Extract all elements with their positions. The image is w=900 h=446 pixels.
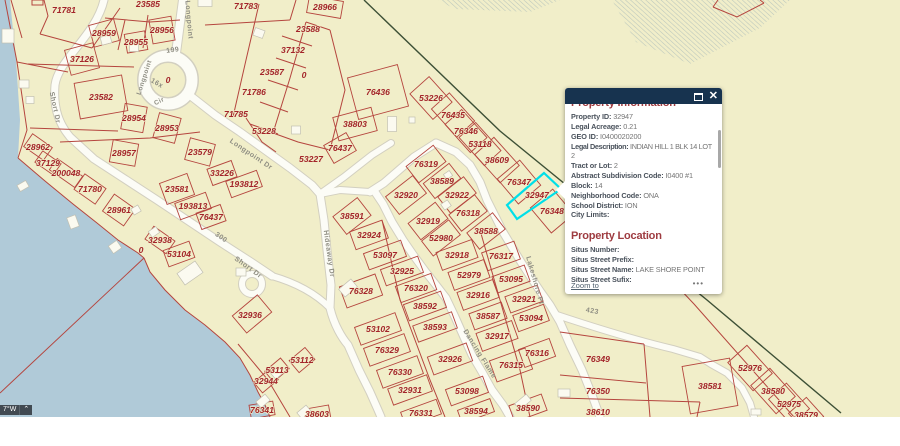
svg-text:23581: 23581 <box>164 184 189 194</box>
svg-text:53104: 53104 <box>167 249 191 259</box>
svg-text:37129: 37129 <box>36 158 60 168</box>
svg-text:32924: 32924 <box>357 230 381 240</box>
svg-text:28956: 28956 <box>149 25 174 35</box>
svg-text:76330: 76330 <box>388 367 412 377</box>
svg-text:53098: 53098 <box>455 386 479 396</box>
svg-text:32938: 32938 <box>148 235 172 245</box>
svg-text:76316: 76316 <box>525 348 549 358</box>
svg-text:32921: 32921 <box>512 294 536 304</box>
svg-text:38594: 38594 <box>464 406 488 416</box>
svg-text:53094: 53094 <box>519 313 543 323</box>
svg-text:33226: 33226 <box>210 168 234 178</box>
svg-text:32926: 32926 <box>438 354 462 364</box>
svg-text:28957: 28957 <box>111 148 137 158</box>
svg-text:76320: 76320 <box>404 283 428 293</box>
svg-text:53118: 53118 <box>468 139 491 149</box>
svg-text:71785: 71785 <box>224 109 248 119</box>
svg-text:38591: 38591 <box>340 211 364 221</box>
svg-text:76347: 76347 <box>507 177 532 187</box>
svg-text:32925: 32925 <box>390 266 414 276</box>
svg-text:76436: 76436 <box>366 87 390 97</box>
svg-text:53095: 53095 <box>499 274 523 284</box>
svg-text:38590: 38590 <box>516 403 540 413</box>
svg-text:28961: 28961 <box>106 205 131 215</box>
svg-text:71781: 71781 <box>52 5 76 15</box>
svg-text:53097: 53097 <box>373 250 398 260</box>
svg-text:193813: 193813 <box>179 201 208 211</box>
svg-text:38588: 38588 <box>474 226 498 236</box>
svg-text:71780: 71780 <box>78 184 102 194</box>
svg-text:71786: 71786 <box>242 87 266 97</box>
svg-text:28966: 28966 <box>312 2 337 12</box>
svg-text:32922: 32922 <box>445 190 469 200</box>
svg-text:38587: 38587 <box>476 311 501 321</box>
svg-text:32931: 32931 <box>398 385 422 395</box>
svg-text:76318: 76318 <box>456 208 480 218</box>
svg-text:38603: 38603 <box>305 409 329 417</box>
svg-text:28959: 28959 <box>91 28 116 38</box>
svg-text:38593: 38593 <box>423 322 447 332</box>
svg-text:76437: 76437 <box>328 143 353 153</box>
svg-text:32916: 32916 <box>466 290 490 300</box>
svg-text:76317: 76317 <box>489 251 514 261</box>
svg-text:76346: 76346 <box>454 126 478 136</box>
svg-text:32918: 32918 <box>445 250 469 260</box>
svg-text:193812: 193812 <box>230 179 259 189</box>
svg-text:32919: 32919 <box>416 216 440 226</box>
svg-text:200048: 200048 <box>51 168 81 178</box>
svg-text:0: 0 <box>166 75 171 85</box>
svg-text:76328: 76328 <box>349 286 373 296</box>
svg-text:53228: 53228 <box>252 126 276 136</box>
svg-text:38580: 38580 <box>761 386 785 396</box>
svg-text:38579: 38579 <box>794 410 818 417</box>
svg-text:76435: 76435 <box>441 110 465 120</box>
svg-text:53226: 53226 <box>419 93 443 103</box>
svg-text:53227: 53227 <box>299 154 324 164</box>
svg-text:0: 0 <box>302 70 307 80</box>
svg-text:38803: 38803 <box>343 119 367 129</box>
svg-text:53113: 53113 <box>265 365 288 375</box>
svg-text:52976: 52976 <box>738 363 762 373</box>
svg-text:32917: 32917 <box>485 331 510 341</box>
svg-text:76348: 76348 <box>540 206 564 216</box>
svg-text:23587: 23587 <box>259 67 285 77</box>
svg-text:23585: 23585 <box>135 0 160 9</box>
svg-text:76437: 76437 <box>199 212 224 222</box>
svg-text:76329: 76329 <box>375 345 399 355</box>
svg-text:38589: 38589 <box>430 176 454 186</box>
svg-text:28954: 28954 <box>121 113 146 123</box>
svg-text:38592: 38592 <box>413 301 437 311</box>
svg-text:76315: 76315 <box>499 360 523 370</box>
svg-text:28962: 28962 <box>25 142 50 152</box>
svg-text:52980: 52980 <box>429 233 453 243</box>
svg-text:32944: 32944 <box>254 376 278 386</box>
svg-text:52975: 52975 <box>777 399 801 409</box>
svg-text:32947: 32947 <box>525 190 550 200</box>
svg-text:53102: 53102 <box>366 324 390 334</box>
svg-text:32920: 32920 <box>394 190 418 200</box>
svg-text:23579: 23579 <box>187 147 212 157</box>
svg-text:23582: 23582 <box>88 92 113 102</box>
svg-text:37126: 37126 <box>70 54 94 64</box>
svg-text:28953: 28953 <box>154 123 179 133</box>
svg-text:76331: 76331 <box>409 408 433 417</box>
svg-text:76350: 76350 <box>586 386 610 396</box>
svg-text:76349: 76349 <box>586 354 610 364</box>
svg-text:71783: 71783 <box>234 1 258 11</box>
svg-text:28955: 28955 <box>123 37 148 47</box>
svg-text:37132: 37132 <box>281 45 305 55</box>
svg-text:76341: 76341 <box>250 405 274 415</box>
svg-text:23588: 23588 <box>295 24 320 34</box>
svg-text:32936: 32936 <box>238 310 262 320</box>
svg-text:38610: 38610 <box>586 407 610 417</box>
svg-text:53112: 53112 <box>290 355 313 365</box>
svg-text:38581: 38581 <box>698 381 722 391</box>
svg-text:38609: 38609 <box>485 155 509 165</box>
svg-text:52979: 52979 <box>457 270 481 280</box>
svg-text:0: 0 <box>139 245 144 255</box>
svg-text:76319: 76319 <box>414 159 438 169</box>
